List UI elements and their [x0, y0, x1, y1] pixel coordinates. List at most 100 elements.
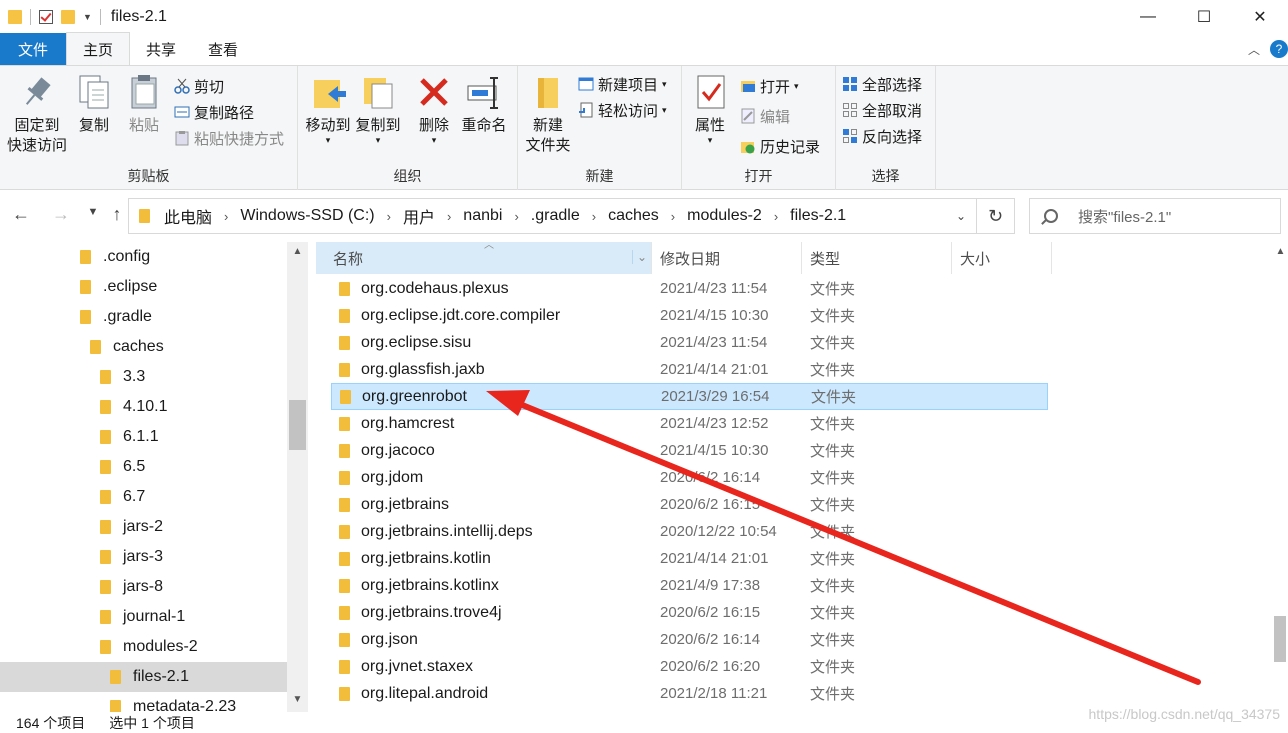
move-to-button[interactable]: 移动到 ▾	[304, 72, 352, 145]
scroll-up-icon[interactable]: ▲	[289, 246, 306, 257]
tree-item[interactable]: jars-3	[0, 542, 287, 572]
invert-selection-button[interactable]: 反向选择	[842, 124, 922, 148]
navigation-pane-scrollbar[interactable]: ▲ ▼	[287, 242, 308, 712]
folder-icon	[339, 470, 350, 485]
tree-item[interactable]: jars-2	[0, 512, 287, 542]
new-folder-quick-icon[interactable]	[61, 10, 75, 24]
file-row[interactable]: org.jdom 2020/6/2 16:14 文件夹	[331, 464, 1048, 491]
breadcrumb-item[interactable]: Windows-SSD (C:)	[240, 207, 374, 225]
rename-button[interactable]: 重命名	[458, 72, 510, 136]
file-row[interactable]: org.hamcrest 2021/4/23 12:52 文件夹	[331, 410, 1048, 437]
tree-item[interactable]: 6.7	[0, 482, 287, 512]
breadcrumb-item[interactable]: 此电脑	[164, 204, 212, 228]
tab-file[interactable]: 文件	[0, 33, 66, 65]
up-arrow-icon[interactable]: ↑	[104, 204, 130, 225]
file-row[interactable]: org.eclipse.jdt.core.compiler 2021/4/15 1…	[331, 302, 1048, 329]
column-header-size[interactable]: 大小	[952, 242, 1052, 274]
file-row[interactable]: org.eclipse.sisu 2021/4/23 11:54 文件夹	[331, 329, 1048, 356]
help-icon[interactable]: ?	[1270, 40, 1288, 58]
breadcrumb-item[interactable]: nanbi	[463, 207, 502, 225]
chevron-right-icon[interactable]: ›	[774, 209, 778, 224]
paste-shortcut-button[interactable]: 粘贴快捷方式	[174, 126, 284, 150]
tree-item[interactable]: files-2.1	[0, 662, 287, 692]
breadcrumb-item[interactable]: .gradle	[531, 207, 580, 225]
minimize-button[interactable]: —	[1120, 0, 1176, 34]
tab-view[interactable]: 查看	[192, 33, 254, 65]
tree-item[interactable]: journal-1	[0, 602, 287, 632]
scrollbar-thumb[interactable]	[289, 400, 306, 450]
delete-button[interactable]: 删除 ▾	[412, 72, 456, 145]
maximize-button[interactable]: ☐	[1176, 0, 1232, 34]
tab-home[interactable]: 主页	[66, 32, 131, 65]
chevron-right-icon[interactable]: ›	[447, 209, 451, 224]
file-row[interactable]: org.jvnet.staxex 2020/6/2 16:20 文件夹	[331, 653, 1048, 680]
column-filter-chevron-icon[interactable]: ⌄	[631, 250, 647, 264]
tree-item[interactable]: 6.1.1	[0, 422, 287, 452]
chevron-right-icon[interactable]: ›	[592, 209, 596, 224]
file-row[interactable]: org.greenrobot 2021/3/29 16:54 文件夹	[331, 383, 1048, 410]
tree-item[interactable]: .config	[0, 242, 287, 272]
new-item-button[interactable]: 新建项目 ▾	[578, 72, 667, 96]
tree-item[interactable]: metadata-2.23	[0, 692, 287, 712]
pin-quick-access-button[interactable]: 固定到 快速访问	[6, 72, 68, 156]
file-row[interactable]: org.glassfish.jaxb 2021/4/14 21:01 文件夹	[331, 356, 1048, 383]
copy-button[interactable]: 复制	[72, 72, 116, 136]
file-row[interactable]: org.jetbrains.kotlinx 2021/4/9 17:38 文件夹	[331, 572, 1048, 599]
file-row[interactable]: org.litepal.android 2021/2/18 11:21 文件夹	[331, 680, 1048, 707]
properties-button[interactable]: 属性 ▾	[690, 72, 730, 145]
copy-to-button[interactable]: 复制到 ▾	[354, 72, 402, 145]
file-row[interactable]: org.jetbrains.kotlin 2021/4/14 21:01 文件夹	[331, 545, 1048, 572]
tree-item[interactable]: 6.5	[0, 452, 287, 482]
recent-locations-chevron-icon[interactable]: ▼	[80, 206, 106, 218]
open-button[interactable]: 打开 ▾	[740, 74, 799, 98]
chevron-right-icon[interactable]: ›	[387, 209, 391, 224]
chevron-right-icon[interactable]: ›	[514, 209, 518, 224]
search-input[interactable]: 搜索"files-2.1"	[1029, 198, 1281, 234]
tree-item[interactable]: 3.3	[0, 362, 287, 392]
file-row[interactable]: org.json 2020/6/2 16:14 文件夹	[331, 626, 1048, 653]
paste-button[interactable]: 粘贴	[122, 72, 166, 136]
refresh-button[interactable]: ↻	[977, 198, 1015, 234]
file-row[interactable]: org.codehaus.plexus 2021/4/23 11:54 文件夹	[331, 275, 1048, 302]
select-none-button[interactable]: 全部取消	[842, 98, 922, 122]
properties-quick-icon[interactable]	[39, 10, 53, 24]
chevron-down-icon[interactable]: ▼	[83, 12, 92, 22]
column-header-name[interactable]: 名称 ︿ ⌄	[316, 240, 652, 274]
file-row[interactable]: org.jetbrains.trove4j 2020/6/2 16:15 文件夹	[331, 599, 1048, 626]
file-list-scrollbar[interactable]: ▲	[1272, 242, 1288, 712]
scrollbar-thumb[interactable]	[1274, 616, 1286, 662]
easy-access-button[interactable]: 轻松访问 ▾	[578, 98, 667, 122]
cut-button[interactable]: 剪切	[174, 74, 224, 98]
breadcrumb-item[interactable]: modules-2	[687, 207, 762, 225]
breadcrumb-item[interactable]: files-2.1	[790, 207, 846, 225]
history-button[interactable]: 历史记录	[740, 134, 820, 158]
breadcrumb-item[interactable]: 用户	[403, 204, 435, 228]
edit-button[interactable]: 编辑	[740, 104, 790, 128]
new-folder-button[interactable]: 新建 文件夹	[522, 72, 574, 156]
select-all-button[interactable]: 全部选择	[842, 72, 922, 96]
address-bar[interactable]: 此电脑 › Windows-SSD (C:) › 用户 › nanbi › .gradl…	[128, 198, 977, 234]
column-header-date[interactable]: 修改日期	[652, 242, 802, 274]
file-row[interactable]: org.jetbrains.intellij.deps 2020/12/22 10…	[331, 518, 1048, 545]
forward-arrow-icon[interactable]: →	[48, 204, 74, 225]
close-button[interactable]: ✕	[1232, 0, 1288, 34]
scroll-up-icon[interactable]: ▲	[1272, 246, 1288, 257]
tree-item[interactable]: .gradle	[0, 302, 287, 332]
column-header-type[interactable]: 类型	[802, 242, 952, 274]
breadcrumb-item[interactable]: caches	[608, 207, 659, 225]
tree-item[interactable]: caches	[0, 332, 287, 362]
copy-path-button[interactable]: 复制路径	[174, 100, 254, 124]
collapse-ribbon-icon[interactable]: ︿	[1248, 41, 1260, 58]
file-row[interactable]: org.jetbrains 2020/6/2 16:15 文件夹	[331, 491, 1048, 518]
address-history-chevron-icon[interactable]: ⌄	[956, 209, 966, 223]
tree-item[interactable]: jars-8	[0, 572, 287, 602]
tree-item[interactable]: .eclipse	[0, 272, 287, 302]
chevron-right-icon[interactable]: ›	[671, 209, 675, 224]
tree-item[interactable]: 4.10.1	[0, 392, 287, 422]
scroll-down-icon[interactable]: ▼	[289, 694, 306, 705]
tree-item[interactable]: modules-2	[0, 632, 287, 662]
tab-share[interactable]: 共享	[130, 33, 192, 65]
back-arrow-icon[interactable]: ←	[8, 204, 34, 225]
file-row[interactable]: org.jacoco 2021/4/15 10:30 文件夹	[331, 437, 1048, 464]
chevron-right-icon[interactable]: ›	[224, 209, 228, 224]
